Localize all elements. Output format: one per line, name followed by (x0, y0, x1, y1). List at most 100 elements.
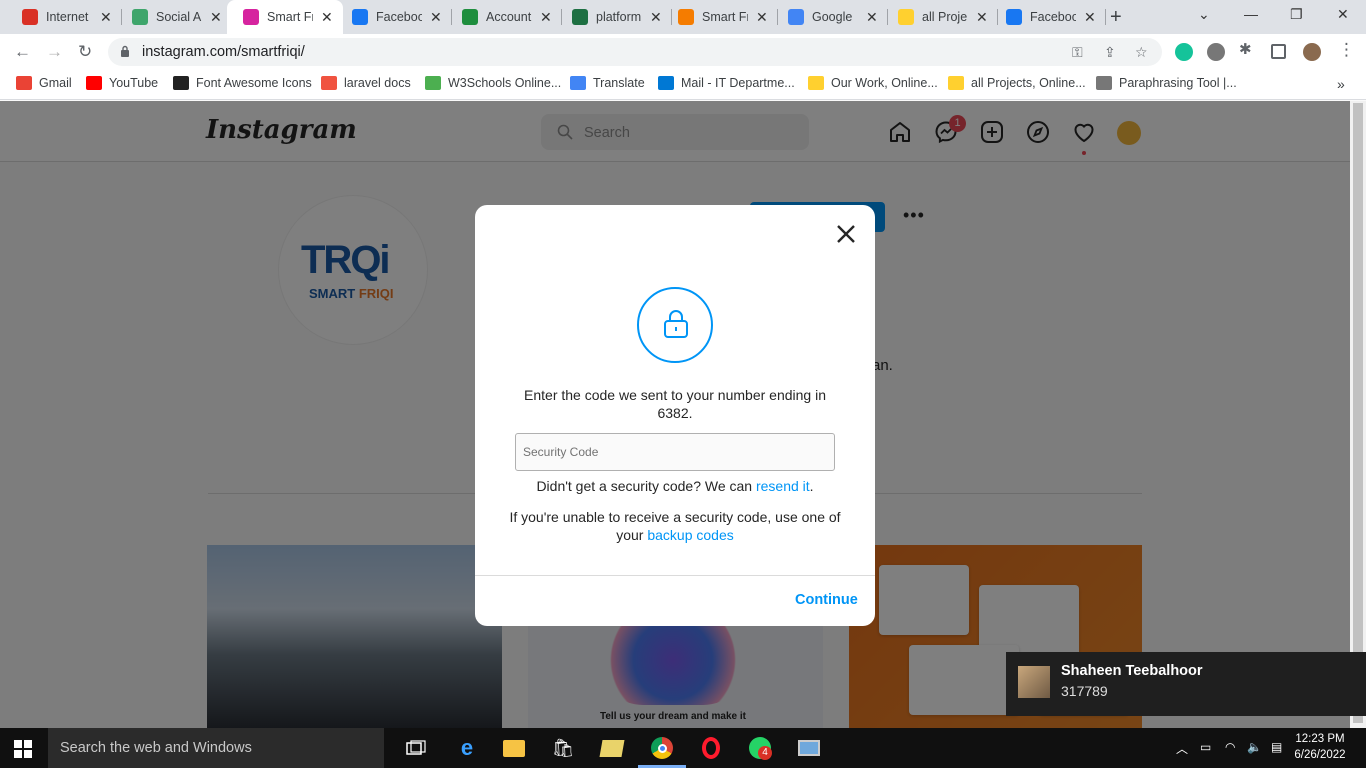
remote-desktop-icon[interactable] (797, 736, 821, 760)
bookmark-item[interactable]: Translate (570, 76, 645, 90)
more-bookmarks-icon[interactable]: » (1337, 76, 1345, 92)
tab-close-icon[interactable]: ✕ (430, 9, 442, 26)
tab-close-icon[interactable]: ✕ (100, 9, 112, 26)
url-text[interactable]: instagram.com/smartfriqi/ (142, 44, 305, 60)
browser-tab[interactable]: Smart Fr ✕ (662, 0, 778, 34)
tab-close-icon[interactable]: ✕ (650, 9, 662, 26)
notification-text: 317789 (1061, 683, 1108, 699)
new-tab-button[interactable]: + (1110, 6, 1122, 29)
wifi-icon[interactable]: ◠ (1225, 740, 1235, 754)
tab-close-icon[interactable]: ✕ (540, 9, 552, 26)
facebook-icon (352, 9, 368, 25)
tab-title: Smart Fr (702, 10, 748, 24)
google-translate-icon (788, 9, 804, 25)
forward-button[interactable]: → (46, 42, 63, 62)
edge-icon[interactable]: e (455, 735, 479, 760)
taskbar-search[interactable]: Search the web and Windows (48, 728, 384, 768)
tab-title: Social A (156, 10, 202, 24)
sticky-folder-icon[interactable] (599, 736, 625, 760)
maximize-button[interactable]: ❐ (1290, 6, 1303, 23)
show-hidden-icons[interactable]: ︿ (1176, 740, 1188, 757)
bookmark-label: Font Awesome Icons (196, 76, 312, 90)
browser-tab[interactable]: platform ✕ (556, 0, 672, 34)
minimize-button[interactable]: — (1244, 6, 1258, 22)
facebook-icon (1006, 9, 1022, 25)
bookmark-item[interactable]: all Projects, Online... (948, 76, 1086, 90)
notification-sender: Shaheen Teebalhoor (1061, 663, 1203, 679)
key-icon[interactable]: ⚿ (1072, 44, 1083, 61)
tab-close-icon[interactable]: ✕ (321, 9, 333, 26)
side-panel-icon[interactable] (1271, 44, 1286, 59)
browser-toolbar: ← → ↻ instagram.com/smartfriqi/ ⚿ ⇪ ☆ ✱ … (0, 34, 1366, 70)
profile-avatar[interactable] (1303, 43, 1321, 61)
notification-toast[interactable]: Shaheen Teebalhoor 317789 (1006, 652, 1366, 716)
bookmark-item[interactable]: Gmail (16, 76, 72, 90)
continue-button[interactable]: Continue (795, 592, 858, 608)
clock-date: 6/26/2022 (1294, 749, 1346, 761)
windows-start-icon[interactable] (14, 740, 32, 758)
browser-tab[interactable]: Smart Fr ✕ (227, 0, 343, 34)
address-bar[interactable]: instagram.com/smartfriqi/ ⚿ ⇪ ☆ (108, 38, 1162, 66)
taskbar-clock[interactable]: 12:23 PM 6/26/2022 (1290, 731, 1350, 763)
bookmarks-bar: Gmail YouTube Font Awesome Icons laravel do… (0, 70, 1366, 100)
bookmark-item[interactable]: laravel docs (321, 76, 411, 90)
bookmark-item[interactable]: Our Work, Online... (808, 76, 938, 90)
battery-icon[interactable]: ▭ (1200, 740, 1211, 754)
resend-link[interactable]: resend it (756, 478, 810, 494)
tab-title: Google (812, 10, 853, 24)
bookmark-item[interactable]: Paraphrasing Tool |... (1096, 76, 1237, 90)
task-view-icon[interactable] (404, 736, 428, 760)
bookmark-item[interactable]: YouTube (86, 76, 158, 90)
browser-tab[interactable]: Faceboo ✕ (336, 0, 452, 34)
w3schools-icon (425, 76, 441, 90)
excel-icon (572, 9, 588, 25)
browser-tab[interactable]: all Proje ✕ (882, 0, 998, 34)
internet-icon (22, 9, 38, 25)
tab-title: Smart Fr (267, 10, 313, 24)
page-scrollbar[interactable] (1350, 101, 1366, 728)
action-center-icon[interactable]: ▤ (1271, 740, 1282, 754)
store-icon[interactable]: 🛍 (551, 736, 575, 760)
opera-icon[interactable] (699, 736, 723, 760)
close-window-button[interactable]: ✕ (1337, 6, 1349, 23)
back-button[interactable]: ← (14, 42, 31, 62)
grammarly-icon[interactable] (1175, 43, 1193, 61)
bookmark-item[interactable]: Mail - IT Departme... (658, 76, 795, 90)
bookmark-star-icon[interactable]: ☆ (1135, 44, 1148, 61)
browser-tab[interactable]: Internet ✕ (6, 0, 122, 34)
tab-title: platform (596, 10, 642, 24)
volume-icon[interactable]: 🔈 (1247, 740, 1262, 754)
tab-close-icon[interactable]: ✕ (210, 9, 222, 26)
windows-taskbar: Search the web and Windows e 🛍 4 ︿ ▭ ◠ 🔈… (0, 728, 1366, 768)
browser-tab[interactable]: Social A ✕ (116, 0, 232, 34)
tab-close-icon[interactable]: ✕ (1084, 9, 1096, 26)
tab-close-icon[interactable]: ✕ (866, 9, 878, 26)
close-icon[interactable] (835, 223, 857, 245)
extension-film-icon[interactable] (1207, 43, 1225, 61)
modal-divider (475, 575, 875, 576)
lock-icon (664, 310, 688, 338)
bookmark-item[interactable]: Font Awesome Icons (173, 76, 312, 90)
gmail-icon (16, 76, 32, 90)
chrome-menu-icon[interactable]: ⋮ (1338, 40, 1355, 60)
browser-tab[interactable]: Google ✕ (772, 0, 888, 34)
chrome-icon[interactable] (650, 736, 674, 760)
security-code-dialog: Enter the code we sent to your number en… (475, 205, 875, 626)
bookmark-item[interactable]: W3Schools Online... (425, 76, 561, 90)
tab-search-icon[interactable]: ⌄ (1198, 6, 1210, 23)
miro-icon (808, 76, 824, 90)
browser-tab[interactable]: Faceboo ✕ (990, 0, 1106, 34)
tab-close-icon[interactable]: ✕ (976, 9, 988, 26)
tab-close-icon[interactable]: ✕ (756, 9, 768, 26)
backup-codes-link[interactable]: backup codes (647, 527, 733, 543)
security-code-input[interactable] (515, 433, 835, 471)
extensions-puzzle-icon[interactable]: ✱ (1239, 40, 1257, 58)
file-explorer-icon[interactable] (502, 736, 526, 760)
browser-tab[interactable]: Account ✕ (446, 0, 562, 34)
lock-icon[interactable] (120, 45, 130, 57)
share-icon[interactable]: ⇪ (1104, 44, 1116, 61)
scrollbar-thumb[interactable] (1353, 103, 1363, 723)
translate-icon (570, 76, 586, 90)
reload-button[interactable]: ↻ (78, 42, 92, 62)
bookmark-label: W3Schools Online... (448, 76, 562, 90)
